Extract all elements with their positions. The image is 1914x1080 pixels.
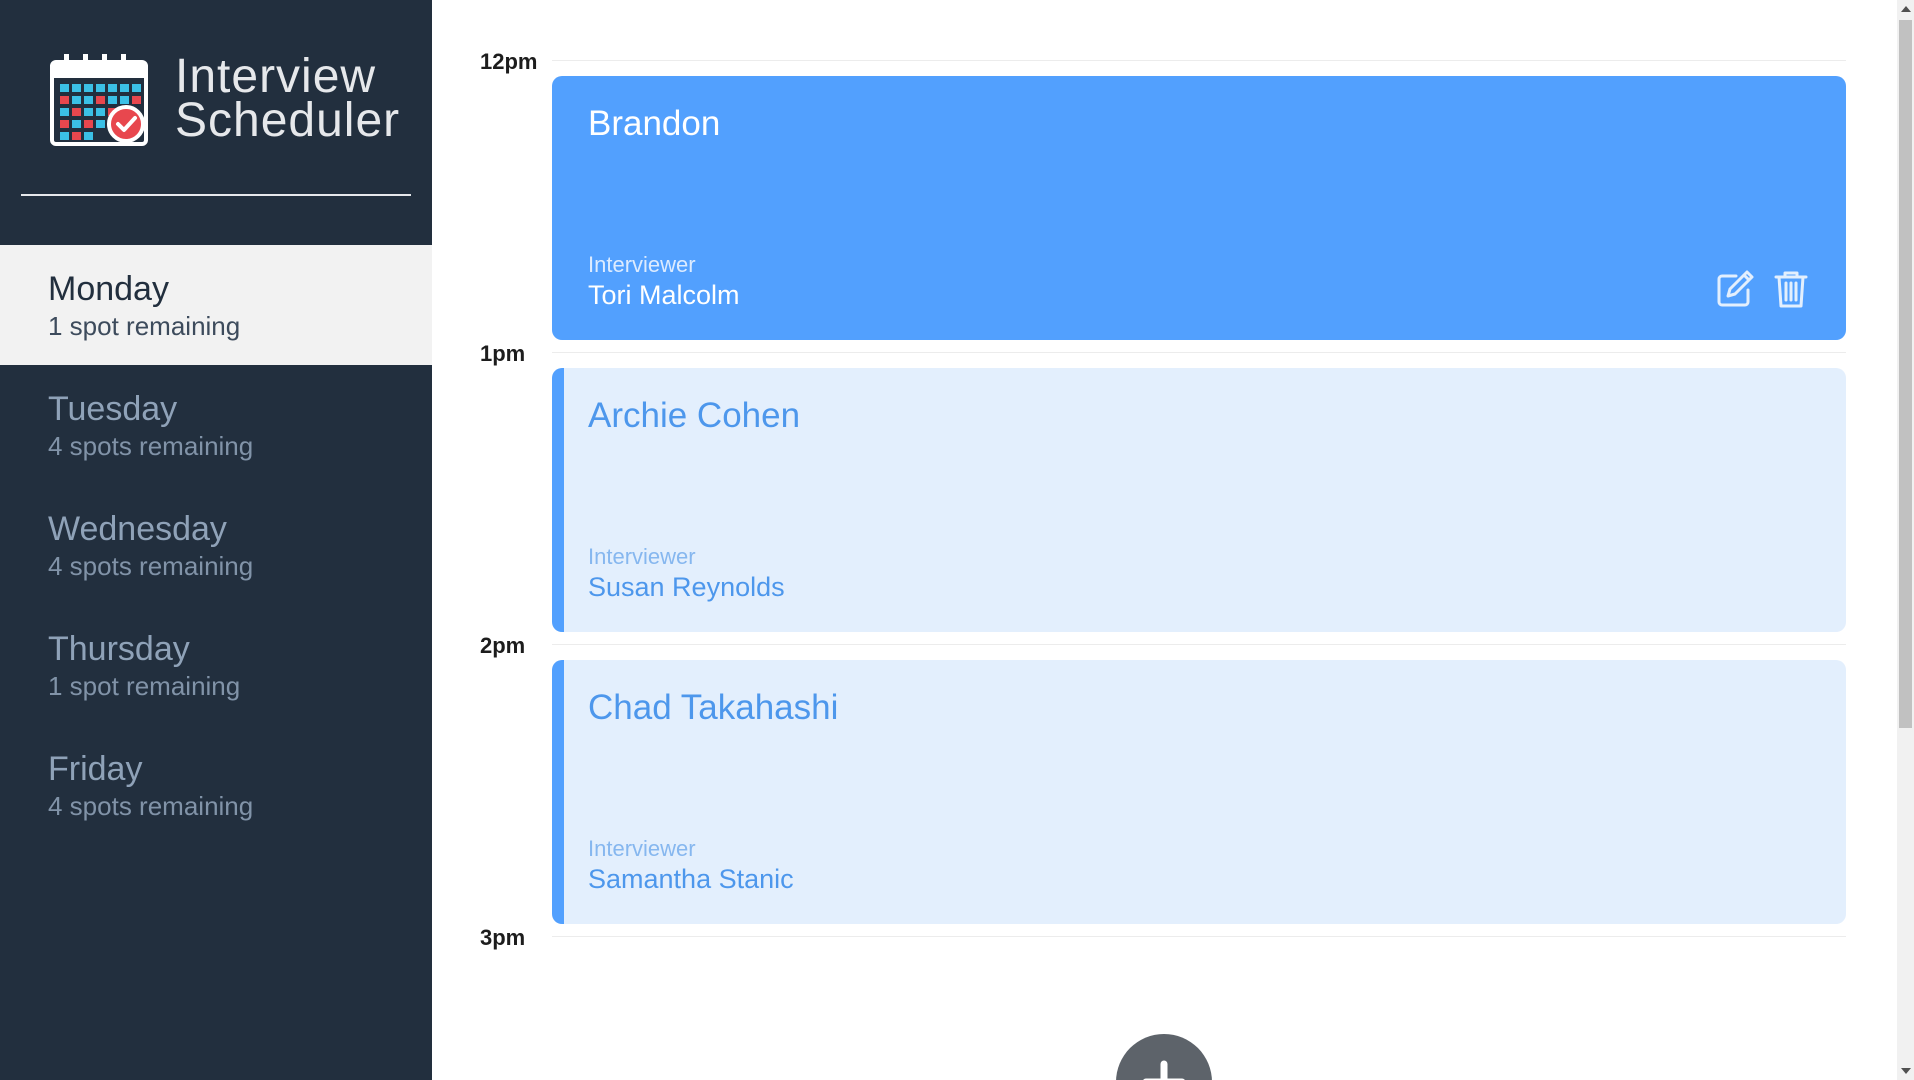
day-item-friday[interactable]: Friday 4 spots remaining (0, 725, 432, 845)
day-spots: 4 spots remaining (48, 431, 254, 461)
scroll-up-icon[interactable] (1901, 6, 1911, 12)
student-name: Brandon (588, 104, 721, 143)
scroll-thumb[interactable] (1899, 20, 1912, 728)
vertical-scrollbar[interactable] (1897, 0, 1914, 1080)
brand: Interview Scheduler (50, 52, 400, 146)
time-label-12pm: 12pm (480, 49, 538, 74)
trash-icon[interactable] (1770, 268, 1812, 310)
add-appointment-button[interactable] (1116, 1034, 1212, 1080)
appointment-archie-cohen[interactable]: Archie Cohen Interviewer Susan Reynolds (552, 368, 1846, 632)
interviewer-name: Tori Malcolm (588, 280, 740, 310)
student-name: Chad Takahashi (588, 688, 839, 727)
day-item-monday[interactable]: Monday 1 spot remaining (0, 245, 432, 365)
day-spots: 4 spots remaining (48, 791, 254, 821)
schedule: 12pm Brandon Interviewer Tori Malcolm 1p… (432, 0, 1914, 1080)
app-title-line1: Interview (175, 50, 377, 103)
time-label-3pm: 3pm (480, 925, 526, 950)
day-item-thursday[interactable]: Thursday 1 spot remaining (0, 605, 432, 725)
scroll-down-icon[interactable] (1901, 1068, 1911, 1074)
day-spots: 4 spots remaining (48, 551, 254, 581)
day-list: Monday 1 spot remaining Tuesday 4 spots … (0, 245, 432, 845)
time-divider (552, 60, 1846, 61)
sidebar: Interview Scheduler Monday 1 spot remain… (0, 0, 432, 1080)
interviewer-label: Interviewer (588, 544, 696, 569)
time-divider (552, 352, 1846, 353)
appointment-chad-takahashi[interactable]: Chad Takahashi Interviewer Samantha Stan… (552, 660, 1846, 924)
day-name: Wednesday (48, 510, 227, 548)
student-name: Archie Cohen (588, 396, 801, 435)
interviewer-label: Interviewer (588, 252, 696, 277)
day-item-tuesday[interactable]: Tuesday 4 spots remaining (0, 365, 432, 485)
appointment-actions (1714, 268, 1812, 310)
day-name: Tuesday (48, 390, 178, 428)
day-name: Thursday (48, 630, 190, 668)
day-item-wednesday[interactable]: Wednesday 4 spots remaining (0, 485, 432, 605)
time-label-2pm: 2pm (480, 633, 526, 658)
app-title-line2: Scheduler (175, 94, 401, 147)
app-window: Interview Scheduler Monday 1 spot remain… (0, 0, 1914, 1080)
edit-icon[interactable] (1714, 268, 1756, 310)
interviewer-label: Interviewer (588, 836, 696, 861)
interviewer-name: Susan Reynolds (588, 572, 785, 602)
plus-icon (1143, 1060, 1185, 1080)
app-title: Interview Scheduler (175, 50, 401, 147)
day-spots: 1 spot remaining (48, 671, 241, 701)
time-divider (552, 936, 1846, 937)
day-name: Friday (48, 750, 143, 788)
sidebar-divider (21, 194, 411, 196)
day-name: Monday (48, 270, 169, 308)
time-label-1pm: 1pm (480, 341, 526, 366)
time-divider (552, 644, 1846, 645)
calendar-check-icon (50, 54, 148, 146)
day-spots: 1 spot remaining (48, 311, 241, 341)
appointment-brandon[interactable]: Brandon Interviewer Tori Malcolm (552, 76, 1846, 340)
interviewer-name: Samantha Stanic (588, 864, 794, 894)
